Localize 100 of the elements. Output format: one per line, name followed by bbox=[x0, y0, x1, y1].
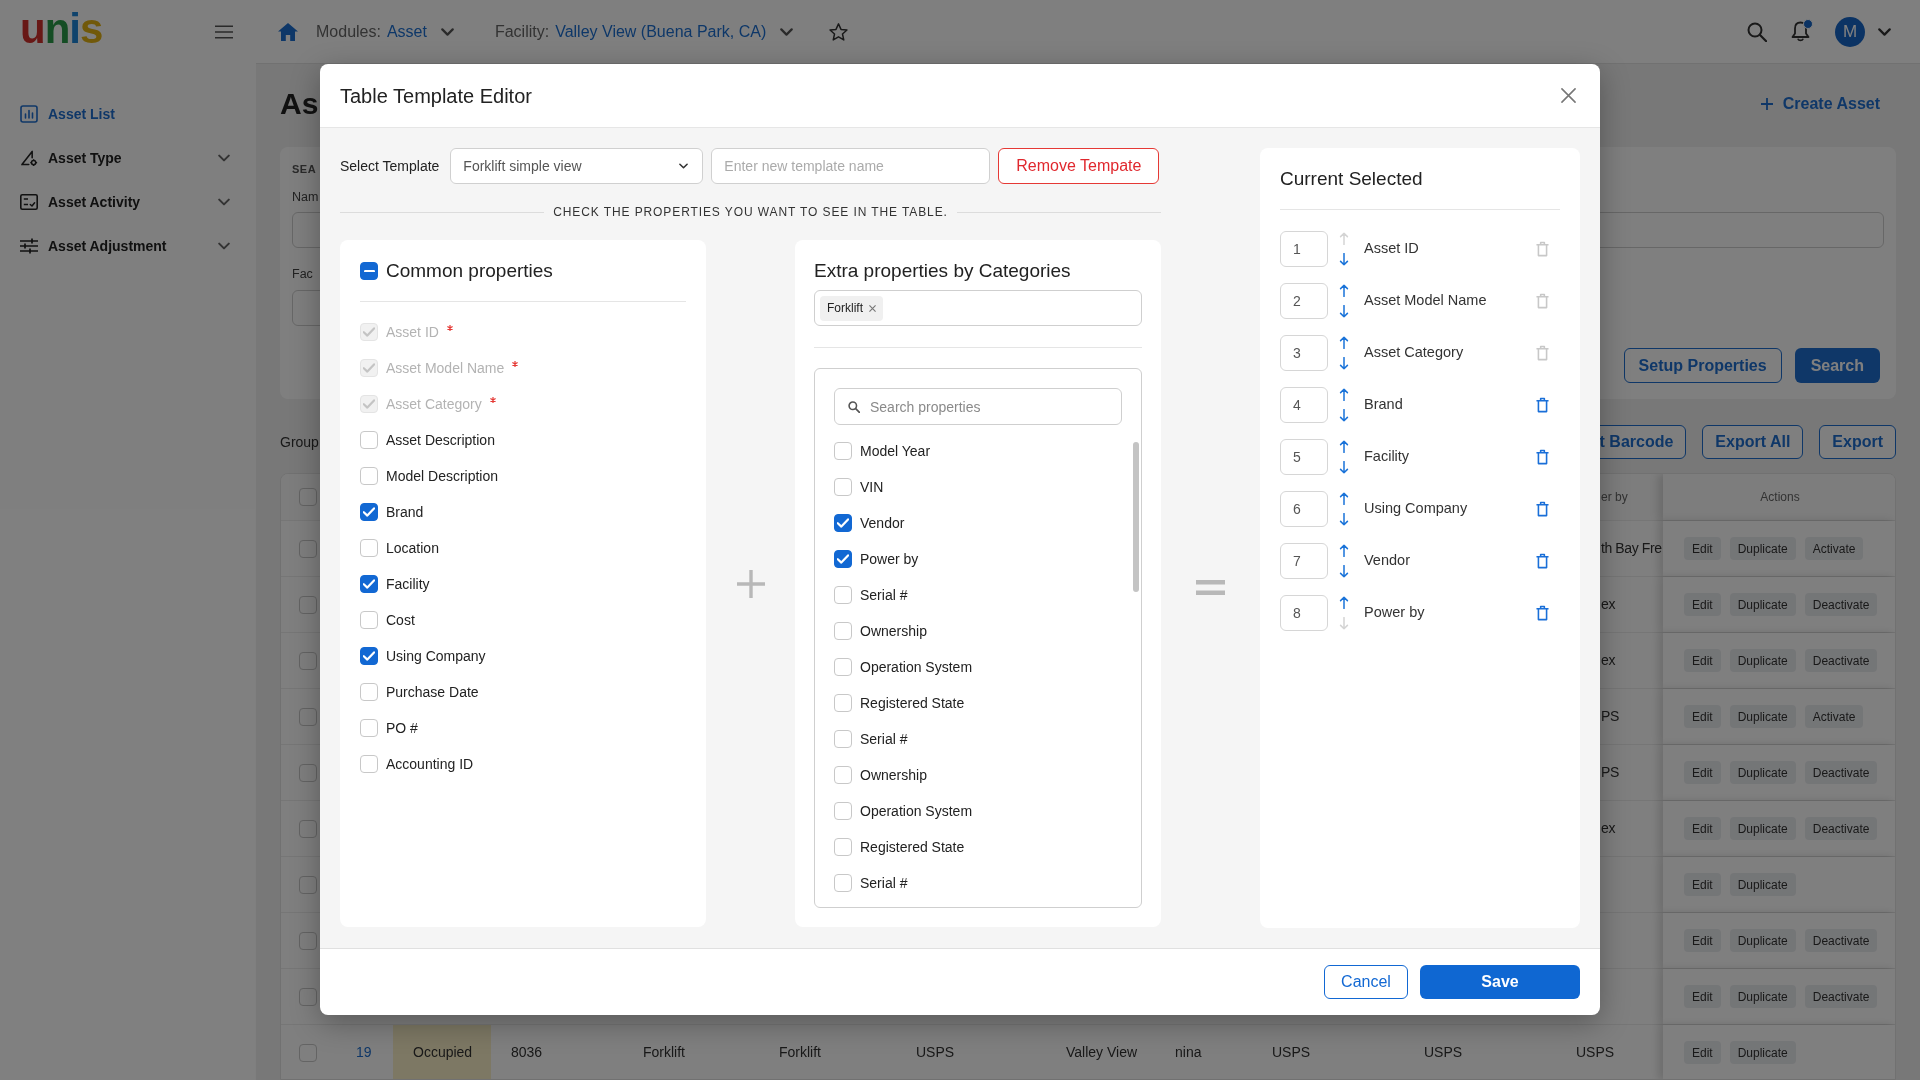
arrow-up-icon[interactable] bbox=[1339, 336, 1349, 349]
position-field[interactable]: 7 bbox=[1280, 543, 1328, 579]
checkbox[interactable] bbox=[299, 819, 317, 838]
action-button[interactable]: Edit bbox=[1684, 705, 1721, 728]
action-button[interactable]: Edit bbox=[1684, 817, 1721, 840]
facility-selector[interactable]: Facility: Valley View (Buena Park, CA) bbox=[494, 19, 794, 44]
checkbox[interactable] bbox=[299, 875, 317, 894]
category-field[interactable]: Forklift bbox=[814, 290, 1142, 326]
checkbox[interactable] bbox=[834, 694, 852, 712]
category-tag[interactable]: Forklift bbox=[820, 295, 883, 321]
chevron-down-icon[interactable] bbox=[440, 27, 454, 36]
checkbox[interactable] bbox=[360, 611, 378, 629]
action-button[interactable]: Edit bbox=[1684, 929, 1721, 952]
position-field[interactable]: 6 bbox=[1280, 491, 1328, 527]
arrow-up-icon[interactable] bbox=[1339, 388, 1349, 401]
dialog-button[interactable]: Save bbox=[1420, 965, 1580, 999]
position-field[interactable]: 5 bbox=[1280, 439, 1328, 475]
checkbox[interactable] bbox=[834, 478, 852, 496]
checkbox[interactable] bbox=[360, 467, 378, 485]
action-button[interactable]: Activate bbox=[1804, 537, 1864, 560]
position-field[interactable]: 4 bbox=[1280, 387, 1328, 423]
action-button[interactable]: Deactivate bbox=[1804, 649, 1878, 672]
checkbox[interactable] bbox=[299, 539, 317, 558]
checkbox[interactable] bbox=[360, 755, 378, 773]
arrow-down-icon[interactable] bbox=[1339, 305, 1349, 318]
sidebar-item[interactable]: Asset Activity bbox=[0, 180, 256, 224]
action-button[interactable]: Deactivate bbox=[1804, 985, 1878, 1008]
arrow-up-icon[interactable] bbox=[1339, 284, 1349, 297]
checkbox[interactable] bbox=[299, 651, 317, 670]
sidebar-item[interactable]: Asset List bbox=[0, 92, 256, 136]
checkbox[interactable] bbox=[834, 514, 852, 532]
checkbox[interactable] bbox=[360, 575, 378, 593]
action-button[interactable]: Edit bbox=[1684, 761, 1721, 784]
arrow-down-icon[interactable] bbox=[1339, 565, 1349, 578]
arrow-up-icon[interactable] bbox=[1339, 492, 1349, 505]
checkbox[interactable] bbox=[299, 763, 317, 782]
panel-button[interactable]: Search bbox=[1794, 348, 1880, 383]
action-button[interactable]: Duplicate bbox=[1729, 705, 1796, 728]
checkbox[interactable] bbox=[360, 262, 378, 280]
checkbox[interactable] bbox=[834, 586, 852, 604]
action-button[interactable]: Duplicate bbox=[1729, 537, 1796, 560]
toolbar-button[interactable]: Export All bbox=[1702, 425, 1804, 459]
template-name-field[interactable]: Enter new template name bbox=[711, 148, 991, 184]
arrow-up-icon[interactable] bbox=[1339, 544, 1349, 557]
checkbox[interactable] bbox=[834, 730, 852, 748]
chevron-down-icon[interactable] bbox=[780, 27, 794, 36]
action-button[interactable]: Duplicate bbox=[1729, 873, 1796, 896]
sidebar-item[interactable]: Asset Adjustment bbox=[0, 224, 256, 268]
action-button[interactable]: Edit bbox=[1684, 1041, 1721, 1064]
checkbox[interactable] bbox=[834, 802, 852, 820]
checkbox[interactable] bbox=[360, 503, 378, 521]
action-button[interactable]: Edit bbox=[1684, 985, 1721, 1008]
arrow-down-icon[interactable] bbox=[1339, 253, 1349, 266]
star-icon[interactable] bbox=[829, 22, 849, 41]
arrow-up-icon[interactable] bbox=[1339, 440, 1349, 453]
search-icon[interactable] bbox=[1747, 21, 1767, 42]
avatar[interactable]: M bbox=[1835, 16, 1865, 47]
checkbox[interactable] bbox=[360, 431, 378, 449]
trash-icon[interactable] bbox=[1536, 605, 1549, 621]
position-field[interactable]: 3 bbox=[1280, 335, 1328, 371]
scrollbar-thumb[interactable] bbox=[1133, 442, 1139, 592]
checkbox[interactable] bbox=[834, 766, 852, 784]
checkbox[interactable] bbox=[834, 550, 852, 568]
action-button[interactable]: Duplicate bbox=[1729, 761, 1796, 784]
checkbox[interactable] bbox=[299, 931, 317, 950]
search-field[interactable]: Search properties bbox=[834, 388, 1122, 425]
position-field[interactable]: 2 bbox=[1280, 283, 1328, 319]
module-selector[interactable]: Modules: Asset bbox=[316, 19, 454, 44]
checkbox[interactable] bbox=[834, 838, 852, 856]
arrow-down-icon[interactable] bbox=[1339, 461, 1349, 474]
checkbox[interactable] bbox=[299, 707, 317, 726]
checkbox[interactable] bbox=[834, 874, 852, 892]
action-button[interactable]: Duplicate bbox=[1729, 985, 1796, 1008]
toolbar-button[interactable]: Export bbox=[1819, 425, 1896, 459]
template-select[interactable]: Forklift simple view bbox=[450, 148, 704, 184]
action-button[interactable]: Edit bbox=[1684, 593, 1721, 616]
action-button[interactable]: Edit bbox=[1684, 649, 1721, 672]
checkbox[interactable] bbox=[834, 622, 852, 640]
close-icon[interactable] bbox=[869, 304, 876, 312]
chevron-down-icon[interactable] bbox=[218, 198, 230, 206]
checkbox[interactable] bbox=[360, 683, 378, 701]
checkbox[interactable] bbox=[360, 719, 378, 737]
action-button[interactable]: Edit bbox=[1684, 537, 1721, 560]
bell-icon[interactable] bbox=[1791, 21, 1810, 42]
checkbox[interactable] bbox=[299, 987, 317, 1006]
sidebar-item[interactable]: Asset Type bbox=[0, 136, 256, 180]
trash-icon[interactable] bbox=[1536, 449, 1549, 465]
action-button[interactable]: Duplicate bbox=[1729, 649, 1796, 672]
panel-button[interactable]: Setup Properties bbox=[1623, 348, 1782, 383]
arrow-down-icon[interactable] bbox=[1339, 357, 1349, 370]
action-button[interactable]: Duplicate bbox=[1729, 593, 1796, 616]
position-field[interactable]: 1 bbox=[1280, 231, 1328, 267]
create-asset-button[interactable]: Create Asset bbox=[1744, 84, 1896, 124]
action-button[interactable]: Deactivate bbox=[1804, 593, 1878, 616]
trash-icon[interactable] bbox=[1536, 501, 1549, 517]
trash-icon[interactable] bbox=[1536, 397, 1549, 413]
checkbox[interactable] bbox=[360, 539, 378, 557]
chevron-down-icon[interactable] bbox=[218, 154, 230, 162]
arrow-down-icon[interactable] bbox=[1339, 409, 1349, 422]
home-icon[interactable] bbox=[278, 22, 298, 41]
